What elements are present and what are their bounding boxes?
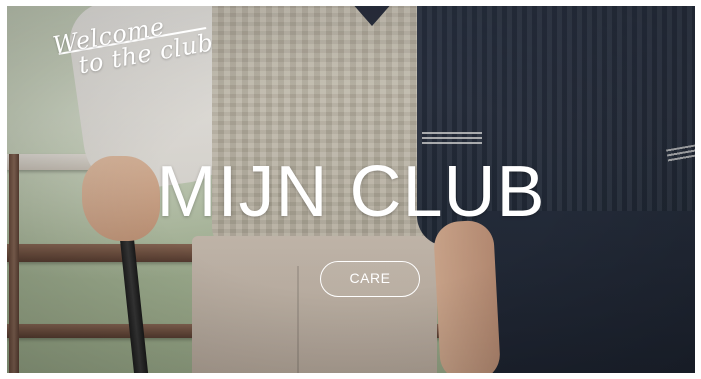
- figure-right-sleeve-stripe: [422, 132, 482, 146]
- figure-left-pants: [192, 236, 437, 373]
- page-frame: Welcome to the club MIJN CLUB CARE: [0, 0, 701, 379]
- page-title: MIJN CLUB: [156, 152, 546, 232]
- care-button[interactable]: CARE: [320, 261, 420, 297]
- figure-right-arm: [432, 219, 502, 373]
- figure-right-skirt: [477, 211, 695, 373]
- hero-banner: Welcome to the club MIJN CLUB CARE: [7, 6, 695, 373]
- figure-left-pants-seam: [297, 266, 299, 373]
